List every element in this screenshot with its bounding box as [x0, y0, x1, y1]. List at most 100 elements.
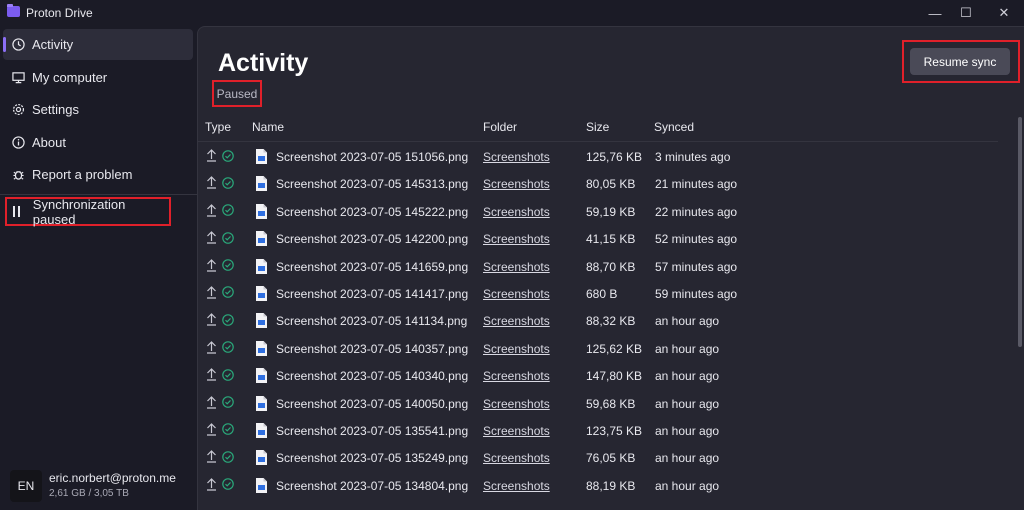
- image-file-icon: [256, 149, 267, 164]
- file-name: Screenshot 2023-07-05 145313.png: [276, 177, 469, 192]
- table-row[interactable]: Screenshot 2023-07-05 140340.png Screens…: [198, 363, 998, 390]
- sidebar-item-activity[interactable]: Activity: [3, 29, 193, 60]
- table-row[interactable]: Screenshot 2023-07-05 151056.png Screens…: [198, 144, 998, 171]
- synced-time: 57 minutes ago: [655, 259, 738, 274]
- column-header-folder[interactable]: Folder: [483, 120, 517, 134]
- window-title: Proton Drive: [26, 6, 93, 20]
- table-row[interactable]: Screenshot 2023-07-05 141134.png Screens…: [198, 308, 998, 335]
- scrollbar-thumb[interactable]: [1018, 117, 1022, 347]
- column-header-size[interactable]: Size: [586, 120, 609, 134]
- table-row[interactable]: Screenshot 2023-07-05 134804.png Screens…: [198, 473, 998, 500]
- file-name: Screenshot 2023-07-05 140340.png: [276, 369, 469, 384]
- file-name: Screenshot 2023-07-05 134804.png: [276, 478, 469, 493]
- file-name: Screenshot 2023-07-05 142200.png: [276, 232, 469, 247]
- folder-link[interactable]: Screenshots: [483, 205, 550, 219]
- sidebar-item-report-a-problem[interactable]: Report a problem: [3, 159, 193, 190]
- table-row[interactable]: Screenshot 2023-07-05 145313.png Screens…: [198, 171, 998, 198]
- image-file-icon: [256, 395, 267, 411]
- type-cell: [206, 286, 234, 299]
- account-info[interactable]: EN eric.norbert@proton.me 2,61 GB / 3,05…: [10, 468, 195, 504]
- file-size: 125,62 KB: [586, 341, 643, 356]
- type-cell: [206, 368, 234, 381]
- synced-time: an hour ago: [655, 478, 720, 493]
- image-file-icon: [256, 231, 267, 247]
- account-email: eric.norbert@proton.me: [49, 471, 176, 485]
- synced-time: 21 minutes ago: [655, 177, 738, 192]
- title-bar: Proton Drive — ☐ ✕: [0, 0, 1024, 26]
- folder-link[interactable]: Screenshots: [483, 424, 550, 438]
- table-row[interactable]: Screenshot 2023-07-05 142200.png Screens…: [198, 226, 998, 253]
- type-cell: [206, 149, 234, 162]
- monitor-icon: [12, 71, 25, 84]
- table-row[interactable]: Screenshot 2023-07-05 135541.png Screens…: [198, 418, 998, 445]
- table-row[interactable]: Screenshot 2023-07-05 141659.png Screens…: [198, 254, 998, 281]
- check-circle-icon: [222, 478, 234, 490]
- upload-icon: [207, 368, 216, 381]
- check-circle-icon: [222, 341, 234, 354]
- check-circle-icon: [222, 423, 234, 436]
- folder-link[interactable]: Screenshots: [483, 479, 550, 493]
- pause-icon: [12, 206, 23, 217]
- type-cell: [206, 477, 234, 491]
- synced-time: 52 minutes ago: [655, 232, 738, 247]
- check-circle-icon: [222, 204, 234, 217]
- image-file-icon: [256, 422, 267, 438]
- table-row[interactable]: Screenshot 2023-07-05 141417.png Screens…: [198, 281, 998, 308]
- scrollbar[interactable]: [1017, 117, 1023, 507]
- type-cell: [206, 450, 234, 463]
- table-row[interactable]: Screenshot 2023-07-05 140050.png Screens…: [198, 391, 998, 418]
- table-row[interactable]: Screenshot 2023-07-05 135249.png Screens…: [198, 445, 998, 472]
- upload-icon: [207, 149, 216, 162]
- upload-icon: [207, 313, 216, 326]
- table-header: Type Name Folder Size Synced: [198, 112, 998, 142]
- upload-icon: [207, 231, 216, 244]
- image-file-icon: [256, 285, 267, 301]
- upload-icon: [207, 477, 216, 491]
- type-cell: [206, 313, 234, 326]
- file-name: Screenshot 2023-07-05 145222.png: [276, 204, 469, 219]
- maximize-button[interactable]: ☐: [949, 0, 983, 26]
- folder-link[interactable]: Screenshots: [483, 314, 550, 328]
- file-size: 76,05 KB: [586, 451, 636, 466]
- upload-icon: [207, 176, 216, 189]
- file-size: 88,19 KB: [586, 478, 636, 493]
- proton-drive-logo-icon: [7, 4, 20, 17]
- sync-status-indicator: Synchronization paused: [5, 197, 171, 227]
- image-file-icon: [256, 340, 267, 356]
- table-row[interactable]: Screenshot 2023-07-05 145222.png Screens…: [198, 199, 998, 226]
- image-file-icon: [256, 477, 267, 493]
- image-file-icon: [256, 258, 267, 274]
- file-name: Screenshot 2023-07-05 141659.png: [276, 259, 469, 274]
- folder-link[interactable]: Screenshots: [483, 177, 550, 191]
- bug-icon: [12, 168, 25, 181]
- file-name: Screenshot 2023-07-05 151056.png: [276, 150, 469, 164]
- sidebar-item-about[interactable]: About: [3, 127, 193, 158]
- column-header-name[interactable]: Name: [252, 120, 284, 134]
- folder-link[interactable]: Screenshots: [483, 369, 550, 383]
- close-button[interactable]: ✕: [987, 0, 1021, 26]
- column-header-type[interactable]: Type: [205, 120, 231, 134]
- resume-sync-button[interactable]: Resume sync: [910, 48, 1010, 75]
- folder-link[interactable]: Screenshots: [483, 342, 550, 356]
- folder-link[interactable]: Screenshots: [483, 150, 550, 164]
- activity-list: Screenshot 2023-07-05 151056.png Screens…: [198, 144, 998, 500]
- sidebar-item-settings[interactable]: Settings: [3, 94, 193, 125]
- synced-time: an hour ago: [655, 369, 720, 384]
- folder-link[interactable]: Screenshots: [483, 287, 550, 301]
- folder-link[interactable]: Screenshots: [483, 397, 550, 411]
- folder-link[interactable]: Screenshots: [483, 451, 550, 465]
- column-header-synced[interactable]: Synced: [654, 120, 694, 134]
- file-name: Screenshot 2023-07-05 135249.png: [276, 451, 469, 466]
- upload-icon: [207, 450, 216, 463]
- sidebar-item-label: Activity: [32, 37, 74, 52]
- file-size: 59,68 KB: [586, 396, 636, 411]
- minimize-button[interactable]: —: [918, 0, 952, 26]
- folder-link[interactable]: Screenshots: [483, 260, 550, 274]
- table-row[interactable]: Screenshot 2023-07-05 140357.png Screens…: [198, 336, 998, 363]
- synced-time: an hour ago: [655, 396, 720, 411]
- folder-link[interactable]: Screenshots: [483, 232, 550, 246]
- file-size: 680 B: [586, 286, 618, 301]
- sidebar-item-my-computer[interactable]: My computer: [3, 62, 193, 93]
- synced-time: an hour ago: [655, 341, 720, 356]
- file-size: 88,32 KB: [586, 314, 636, 329]
